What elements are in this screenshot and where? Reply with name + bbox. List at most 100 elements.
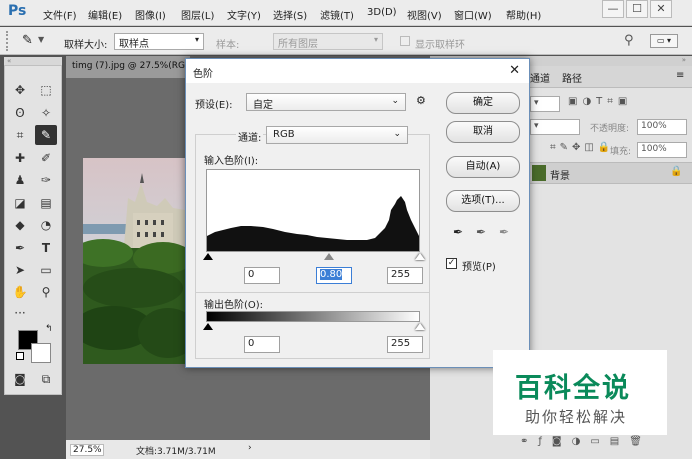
close-icon[interactable]: ✕ bbox=[509, 63, 520, 78]
healing-tool-icon[interactable]: ✚ bbox=[9, 148, 31, 168]
minimize-button[interactable]: — bbox=[602, 0, 624, 18]
black-eyedropper-icon[interactable]: ✒ bbox=[453, 225, 463, 239]
output-white-field[interactable]: 255 bbox=[387, 336, 423, 353]
output-white-value: 255 bbox=[391, 338, 411, 349]
preset-options-icon[interactable]: ⚙ bbox=[416, 94, 426, 107]
lock-icons[interactable]: ⌗✎✥◫🔒 bbox=[550, 142, 614, 153]
output-black-field[interactable]: 0 bbox=[244, 336, 280, 353]
menu-window[interactable]: 窗口(W) bbox=[454, 7, 492, 22]
history-brush-icon[interactable]: ✑ bbox=[35, 170, 57, 190]
eraser-tool-icon[interactable]: ◪ bbox=[9, 193, 31, 213]
menu-edit[interactable]: 编辑(E) bbox=[88, 7, 122, 22]
layer-thumbnail bbox=[532, 165, 546, 181]
blur-tool-icon[interactable]: ◆ bbox=[9, 215, 31, 235]
gray-eyedropper-icon[interactable]: ✒ bbox=[476, 225, 486, 239]
lock-icon: 🔒 bbox=[670, 166, 683, 177]
menu-file[interactable]: 文件(F) bbox=[43, 7, 77, 22]
menu-bar: Ps 文件(F) 编辑(E) 图像(I) 图层(L) 文字(Y) 选择(S) 滤… bbox=[0, 0, 692, 26]
fill-field[interactable]: 100% bbox=[637, 142, 687, 158]
cancel-button[interactable]: 取消 bbox=[446, 121, 520, 143]
tools-panel: ✥ ⬚ ʘ ✧ ⌗ ✎ ✚ ✐ ♟ ✑ ◪ ▤ ◆ ◔ ✒ T ➤ ▭ ✋ ⚲ … bbox=[4, 65, 62, 395]
sample-select: 所有图层 ▾ bbox=[273, 33, 383, 50]
gradient-tool-icon[interactable]: ▤ bbox=[35, 193, 57, 213]
input-white-slider[interactable] bbox=[415, 253, 425, 260]
menu-image[interactable]: 图像(I) bbox=[135, 7, 166, 22]
show-ring-checkbox bbox=[400, 36, 410, 46]
input-gamma-value: 0.80 bbox=[320, 269, 343, 280]
search-icon[interactable]: ⚲ bbox=[624, 33, 634, 48]
opacity-field[interactable]: 100% bbox=[637, 119, 687, 135]
menu-help[interactable]: 帮助(H) bbox=[506, 7, 541, 22]
menu-select[interactable]: 选择(S) bbox=[273, 7, 307, 22]
tab-channels[interactable]: 通道 bbox=[530, 70, 550, 85]
auto-button[interactable]: 自动(A) bbox=[446, 156, 520, 178]
menu-layer[interactable]: 图层(L) bbox=[181, 7, 214, 22]
document-tab[interactable]: timg (7).jpg @ 27.5%(RG bbox=[66, 56, 190, 78]
eyedropper-tool-icon[interactable]: ✎ bbox=[35, 125, 57, 145]
input-gamma-slider[interactable] bbox=[324, 253, 334, 260]
zoom-field[interactable]: 27.5% bbox=[70, 444, 104, 456]
input-black-field[interactable]: 0 bbox=[244, 267, 280, 284]
blend-mode-select[interactable]: ▾ bbox=[530, 119, 580, 135]
shape-tool-icon[interactable]: ▭ bbox=[35, 260, 57, 280]
toolbar-header[interactable]: « bbox=[4, 57, 62, 65]
channel-label: 通道: bbox=[236, 129, 264, 144]
menu-filter[interactable]: 滤镜(T) bbox=[320, 7, 354, 22]
layer-filter-select[interactable]: ▾ bbox=[530, 96, 560, 112]
background-color[interactable] bbox=[31, 343, 51, 363]
input-gamma-field[interactable]: 0.80 bbox=[316, 267, 352, 284]
crop-tool-icon[interactable]: ⌗ bbox=[9, 125, 31, 145]
more-tools-icon[interactable]: ··· bbox=[9, 303, 31, 323]
dodge-tool-icon[interactable]: ◔ bbox=[35, 215, 57, 235]
input-white-field[interactable]: 255 bbox=[387, 267, 423, 284]
menu-type[interactable]: 文字(Y) bbox=[227, 7, 261, 22]
workspace-icon[interactable]: ▭ ▾ bbox=[650, 34, 678, 48]
input-black-slider[interactable] bbox=[203, 253, 213, 260]
grip-icon bbox=[6, 31, 18, 51]
default-colors-icon[interactable] bbox=[16, 352, 24, 360]
menu-3d[interactable]: 3D(D) bbox=[367, 7, 397, 18]
screen-mode-icon[interactable]: ⧉ bbox=[35, 369, 57, 389]
eyedropper-tool-icon[interactable]: ✎ bbox=[22, 33, 33, 48]
stamp-tool-icon[interactable]: ♟ bbox=[9, 170, 31, 190]
watermark-title: 百科全说 bbox=[515, 373, 631, 404]
brush-tool-icon[interactable]: ✐ bbox=[35, 148, 57, 168]
histogram bbox=[206, 169, 420, 252]
app-logo: Ps bbox=[8, 3, 27, 19]
path-select-tool-icon[interactable]: ➤ bbox=[9, 260, 31, 280]
sample-size-select[interactable]: 取样点 ▾ bbox=[114, 33, 204, 50]
layer-row[interactable]: 背景 🔒 bbox=[530, 162, 692, 184]
zoom-tool-icon[interactable]: ⚲ bbox=[35, 282, 57, 302]
swap-colors-icon[interactable]: ↰ bbox=[45, 324, 53, 334]
chevron-right-icon[interactable]: › bbox=[248, 443, 252, 453]
lasso-tool-icon[interactable]: ʘ bbox=[9, 103, 31, 123]
output-black-slider[interactable] bbox=[203, 323, 213, 330]
preset-label: 预设(E): bbox=[195, 100, 233, 111]
type-tool-icon[interactable]: T bbox=[35, 238, 57, 258]
white-eyedropper-icon[interactable]: ✒ bbox=[499, 225, 509, 239]
preview-checkbox[interactable]: ✓ bbox=[446, 258, 457, 269]
panel-menu-icon[interactable]: ≡ bbox=[676, 70, 684, 81]
chevron-down-icon[interactable]: ▼ bbox=[38, 35, 44, 44]
show-ring-label: 显示取样环 bbox=[415, 40, 465, 51]
preset-select[interactable]: 自定 ⌄ bbox=[246, 93, 406, 111]
menu-view[interactable]: 视图(V) bbox=[407, 7, 442, 22]
layer-actions-icons[interactable]: ⚭ƒ◙◑▭▤🗑 bbox=[520, 436, 652, 447]
ok-button[interactable]: 确定 bbox=[446, 92, 520, 114]
hand-tool-icon[interactable]: ✋ bbox=[9, 282, 31, 302]
magic-wand-tool-icon[interactable]: ✧ bbox=[35, 103, 57, 123]
channel-select[interactable]: RGB ⌄ bbox=[266, 126, 408, 144]
layer-filter-icons[interactable]: ▣◑T⌗▣ bbox=[568, 96, 632, 107]
sample-size-label: 取样大小: bbox=[64, 40, 108, 51]
marquee-tool-icon[interactable]: ⬚ bbox=[35, 80, 57, 100]
output-white-slider[interactable] bbox=[415, 323, 425, 330]
options-button[interactable]: 选项(T)... bbox=[446, 190, 520, 212]
tab-paths[interactable]: 路径 bbox=[562, 70, 582, 85]
pen-tool-icon[interactable]: ✒ bbox=[9, 238, 31, 258]
move-tool-icon[interactable]: ✥ bbox=[9, 80, 31, 100]
quick-mask-icon[interactable]: ◙ bbox=[9, 369, 31, 389]
maximize-button[interactable]: ☐ bbox=[626, 0, 648, 18]
close-app-button[interactable]: ✕ bbox=[650, 0, 672, 18]
opacity-label: 不透明度: bbox=[590, 124, 630, 134]
fill-label: 填充: bbox=[610, 147, 632, 157]
